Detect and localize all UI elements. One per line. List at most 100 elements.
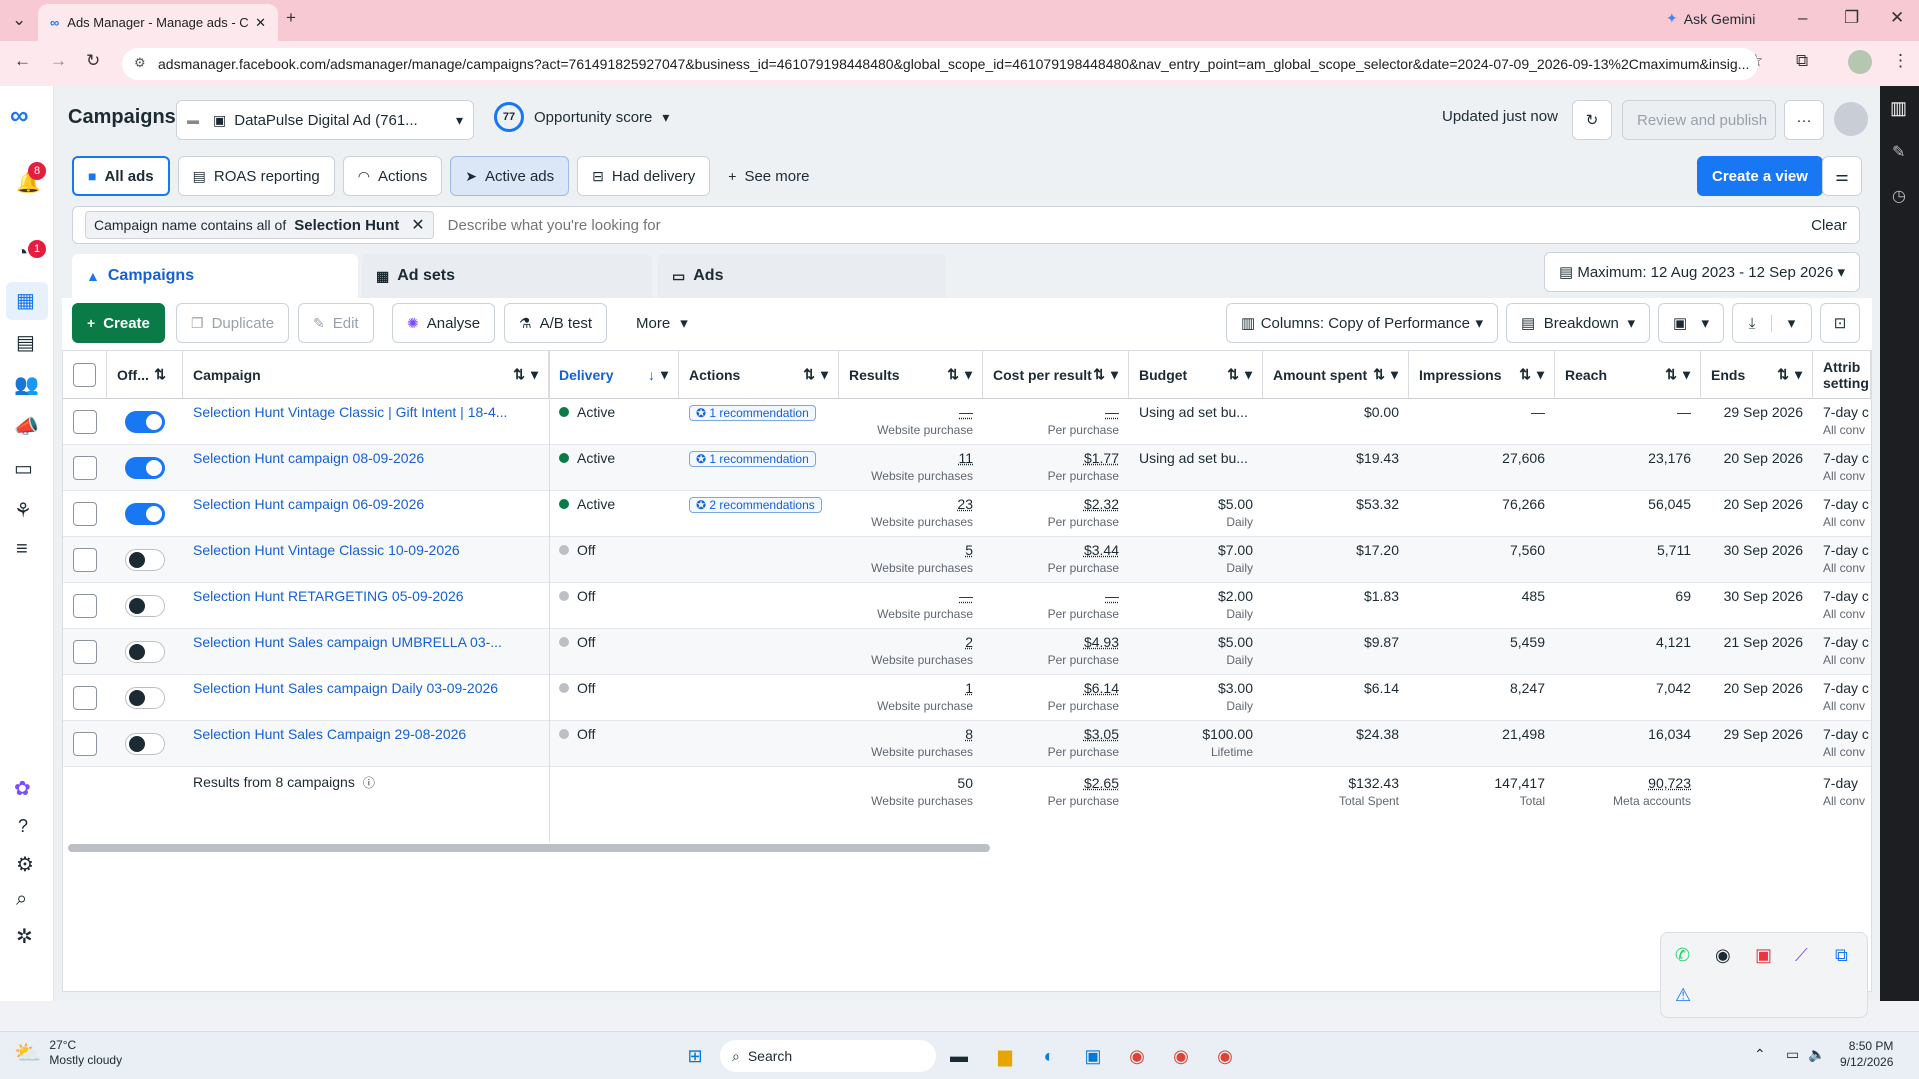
table-row[interactable]: Selection Hunt campaign 08-09-2026 Activ… (63, 445, 1871, 491)
more-options-button[interactable]: ··· (1784, 100, 1824, 140)
budget-cell[interactable]: $5.00 Daily (1129, 491, 1263, 537)
account-selector[interactable]: ▬ ▣ DataPulse Digital Ad (761... ▾ (176, 100, 474, 140)
view-had-delivery[interactable]: ⊟ Had delivery (577, 156, 711, 196)
windows-start-icon[interactable]: ⊞ (680, 1041, 710, 1071)
chart-icon[interactable]: ▥ (1890, 98, 1907, 119)
budget-cell[interactable]: Using ad set bu... (1129, 399, 1263, 445)
campaign-toggle[interactable] (125, 503, 165, 525)
download-icon[interactable]: ⤓ (1733, 314, 1773, 332)
whatsapp-icon[interactable]: ✆ (1675, 945, 1690, 966)
photos-icon[interactable]: ▣ (1755, 945, 1772, 966)
ads-megaphone-icon[interactable]: 📣 (14, 414, 39, 439)
column-menu-icon[interactable]: ▾ (1111, 366, 1118, 383)
campaign-name-link[interactable]: Selection Hunt Sales campaign Daily 03-0… (183, 675, 549, 721)
column-menu-icon[interactable]: ▾ (1683, 366, 1690, 383)
column-header-actions[interactable]: Actions ⇅ ▾ (679, 351, 839, 399)
sort-icon[interactable]: ⇅ (154, 366, 166, 383)
screenshot-icon[interactable]: ⧉ (1835, 945, 1848, 966)
row-checkbox[interactable] (73, 686, 97, 710)
store-icon[interactable]: ▣ (1078, 1041, 1108, 1071)
campaign-toggle[interactable] (125, 733, 165, 755)
search-icon[interactable]: ⌕ (16, 888, 27, 911)
column-header-budget[interactable]: Budget ⇅ ▾ (1129, 351, 1263, 399)
totals-reach-value[interactable]: 90,723 (1648, 775, 1691, 791)
cpr-value[interactable]: — (1105, 404, 1119, 420)
eye-off-icon[interactable]: ◉ (1715, 945, 1731, 966)
cpr-value[interactable]: $2.32 (1084, 496, 1119, 512)
chrome-icon[interactable]: ◉ (1122, 1041, 1152, 1071)
reports-icon[interactable]: ▤ (16, 330, 35, 355)
export-button[interactable]: ⤓ ▾ (1732, 303, 1812, 343)
campaign-toggle[interactable] (125, 411, 165, 433)
table-row[interactable]: Selection Hunt campaign 06-09-2026 Activ… (63, 491, 1871, 537)
budget-cell[interactable]: Using ad set bu... (1129, 445, 1263, 491)
recommendation-badge[interactable]: ✪ 1 recommendation (689, 405, 816, 421)
campaign-toggle[interactable] (125, 595, 165, 617)
row-checkbox[interactable] (73, 732, 97, 756)
duplicate-button[interactable]: ❐ Duplicate (176, 303, 290, 343)
ask-gemini-button[interactable]: ✦ Ask Gemini (1666, 10, 1755, 27)
remove-filter-icon[interactable]: ✕ (411, 215, 424, 235)
column-menu-icon[interactable]: ▾ (661, 366, 668, 383)
review-publish-button[interactable]: Review and publish (1622, 100, 1776, 140)
pencil-icon[interactable]: ✎ (1892, 142, 1905, 162)
totals-cpr-value[interactable]: $2.65 (1084, 775, 1119, 791)
site-info-icon[interactable]: ⚙ (134, 55, 146, 71)
campaign-toggle[interactable] (125, 687, 165, 709)
results-value[interactable]: 11 (958, 450, 973, 466)
budget-cell[interactable]: $7.00 Daily (1129, 537, 1263, 583)
results-value[interactable]: 5 (965, 542, 973, 558)
create-view-button[interactable]: Create a view (1697, 156, 1823, 196)
table-row[interactable]: Selection Hunt Sales campaign UMBRELLA 0… (63, 629, 1871, 675)
sort-icon[interactable]: ⇅ (947, 366, 959, 383)
campaign-name-link[interactable]: Selection Hunt Vintage Classic | Gift In… (183, 399, 549, 445)
chevron-down-icon[interactable]: ▾ (1772, 314, 1811, 332)
results-value[interactable]: — (959, 588, 973, 604)
column-menu-icon[interactable]: ▾ (1245, 366, 1252, 383)
reports-dropdown[interactable]: ▣ ▾ (1658, 303, 1724, 343)
column-header-name[interactable]: Campaign ⇅ ▾ (183, 351, 549, 399)
campaign-toggle[interactable] (125, 641, 165, 663)
chrome-profile-icon[interactable]: ◉ (1166, 1041, 1196, 1071)
sort-icon[interactable]: ↓ (648, 367, 655, 383)
results-value[interactable]: 23 (957, 496, 973, 512)
column-menu-icon[interactable]: ▾ (821, 366, 828, 383)
sort-icon[interactable]: ⇅ (1093, 366, 1105, 383)
tray-chevron-icon[interactable]: ⌃ (1754, 1046, 1766, 1063)
chrome-profile-2-icon[interactable]: ◉ (1210, 1041, 1240, 1071)
alerts-icon[interactable]: ◔ (16, 242, 28, 265)
chrome-menu-icon[interactable]: ⋮ (1892, 51, 1909, 71)
tab-campaigns[interactable]: ▲ Campaigns (72, 254, 358, 298)
view-settings-button[interactable]: ⚌ (1822, 156, 1862, 196)
edge-icon[interactable]: ◐ (1034, 1041, 1064, 1071)
sort-icon[interactable]: ⇅ (1777, 366, 1789, 383)
column-header-cpr[interactable]: Cost per result ⇅ ▾ (983, 351, 1129, 399)
cpr-value[interactable]: $6.14 (1084, 680, 1119, 696)
column-menu-icon[interactable]: ▾ (1795, 366, 1802, 383)
recommendation-badge[interactable]: ✪ 1 recommendation (689, 451, 816, 467)
campaign-toggle[interactable] (125, 549, 165, 571)
column-menu-icon[interactable]: ▾ (965, 366, 972, 383)
clear-filters-button[interactable]: Clear (1811, 217, 1847, 234)
clock[interactable]: 8:50 PM 9/12/2026 (1840, 1038, 1893, 1070)
task-view-icon[interactable]: ▬ (944, 1041, 974, 1071)
column-header-spent[interactable]: Amount spent ⇅ ▾ (1263, 351, 1409, 399)
table-row[interactable]: Selection Hunt Sales Campaign 29-08-2026… (63, 721, 1871, 767)
sort-icon[interactable]: ⇅ (513, 366, 525, 383)
restore-icon[interactable]: ❐ (1844, 8, 1859, 28)
file-explorer-icon[interactable]: ▆ (990, 1041, 1020, 1071)
sort-icon[interactable]: ⇅ (1227, 366, 1239, 383)
table-row[interactable]: Selection Hunt Vintage Classic 10-09-202… (63, 537, 1871, 583)
filter-bar[interactable]: Campaign name contains all of Selection … (72, 206, 1860, 244)
user-avatar[interactable] (1834, 102, 1868, 136)
ab-test-button[interactable]: ⚗ A/B test (504, 303, 608, 343)
column-header-reach[interactable]: Reach ⇅ ▾ (1555, 351, 1701, 399)
analyse-button[interactable]: ✺ Analyse (392, 303, 496, 343)
more-button[interactable]: More ▾ (624, 303, 700, 343)
view-actions[interactable]: ◠ Actions (342, 156, 443, 196)
column-header-delivery[interactable]: Delivery ↓ ▾ (549, 351, 679, 399)
back-icon[interactable]: ← (14, 51, 31, 71)
shield-warning-icon[interactable]: ⚠ (1675, 985, 1691, 1006)
all-tools-menu-icon[interactable]: ≡ (16, 538, 28, 561)
meta-ai-icon[interactable]: ✿ (14, 776, 31, 801)
